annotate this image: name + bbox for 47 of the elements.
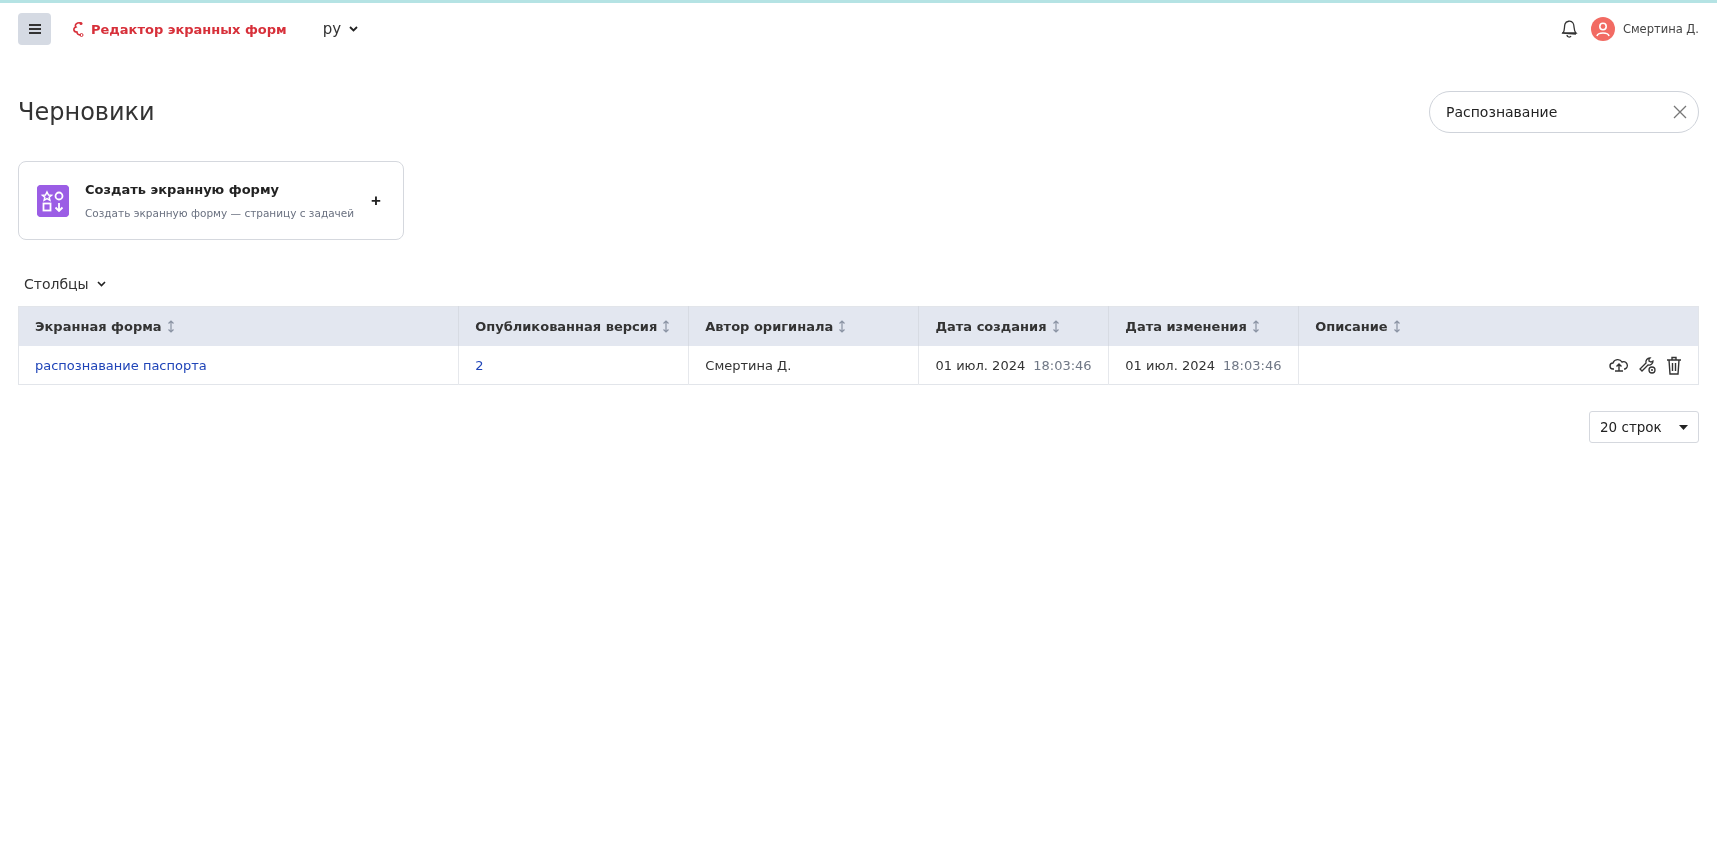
date-text: 01 июл. 2024 xyxy=(1125,357,1216,373)
column-header[interactable]: Опубликованная версия xyxy=(458,306,689,346)
column-header[interactable]: Автор оригинала xyxy=(688,306,919,346)
create-form-card[interactable]: Создать экранную форму Создать экранную форму — страницу с задачей + xyxy=(18,161,404,240)
time-text: 18:03:46 xyxy=(1223,357,1282,373)
chevron-down-icon xyxy=(96,281,106,287)
sort-icon[interactable] xyxy=(1251,320,1260,333)
column-header[interactable]: Описание xyxy=(1298,306,1699,346)
language-selector[interactable]: ру xyxy=(316,19,365,39)
caret-down-icon xyxy=(1679,424,1688,430)
clear-icon[interactable] xyxy=(1673,105,1687,119)
add-button[interactable]: + xyxy=(367,190,385,211)
menu-button[interactable] xyxy=(18,13,51,45)
columns-dropdown[interactable]: Столбцы xyxy=(18,276,112,292)
app-title[interactable]: Редактор экранных форм xyxy=(91,21,287,37)
author-name: Смертина Д. xyxy=(705,357,792,373)
column-label: Дата создания xyxy=(935,319,1047,334)
page-title: Черновики xyxy=(18,98,155,126)
user-avatar[interactable] xyxy=(1590,17,1615,41)
trash-icon[interactable] xyxy=(1666,355,1682,375)
sort-icon[interactable] xyxy=(166,320,175,333)
search-field[interactable]: Распознавание xyxy=(1429,91,1699,133)
logo-icon xyxy=(71,21,85,37)
wrench-gear-icon[interactable] xyxy=(1638,355,1657,375)
sort-icon[interactable] xyxy=(1392,320,1401,333)
column-label: Экранная форма xyxy=(35,319,162,334)
date-text: 01 июл. 2024 xyxy=(935,357,1026,373)
column-label: Опубликованная версия xyxy=(475,319,658,334)
sort-icon[interactable] xyxy=(1051,320,1060,333)
column-header[interactable]: Экранная форма xyxy=(18,306,459,346)
rows-per-page-dropdown[interactable]: 20 строк xyxy=(1589,411,1699,443)
column-label: Дата изменения xyxy=(1125,319,1247,334)
menu-icon xyxy=(28,24,41,34)
column-header[interactable]: Дата изменения xyxy=(1108,306,1299,346)
card-subtitle: Создать экранную форму — страницу с задачей xyxy=(85,207,356,219)
column-label: Описание xyxy=(1315,319,1388,334)
column-label: Автор оригинала xyxy=(705,319,834,334)
card-title: Создать экранную форму xyxy=(85,182,281,197)
sort-icon[interactable] xyxy=(838,320,847,333)
column-header[interactable]: Дата создания xyxy=(918,306,1109,346)
time-text: 18:03:46 xyxy=(1033,357,1092,373)
user-name[interactable]: Смертина Д. xyxy=(1622,22,1699,36)
shapes-icon xyxy=(37,184,69,217)
version-link[interactable]: 2 xyxy=(475,357,484,373)
chevron-down-icon xyxy=(349,26,359,32)
sort-icon[interactable] xyxy=(662,320,671,333)
form-link[interactable]: распознавание паспорта xyxy=(35,357,207,373)
